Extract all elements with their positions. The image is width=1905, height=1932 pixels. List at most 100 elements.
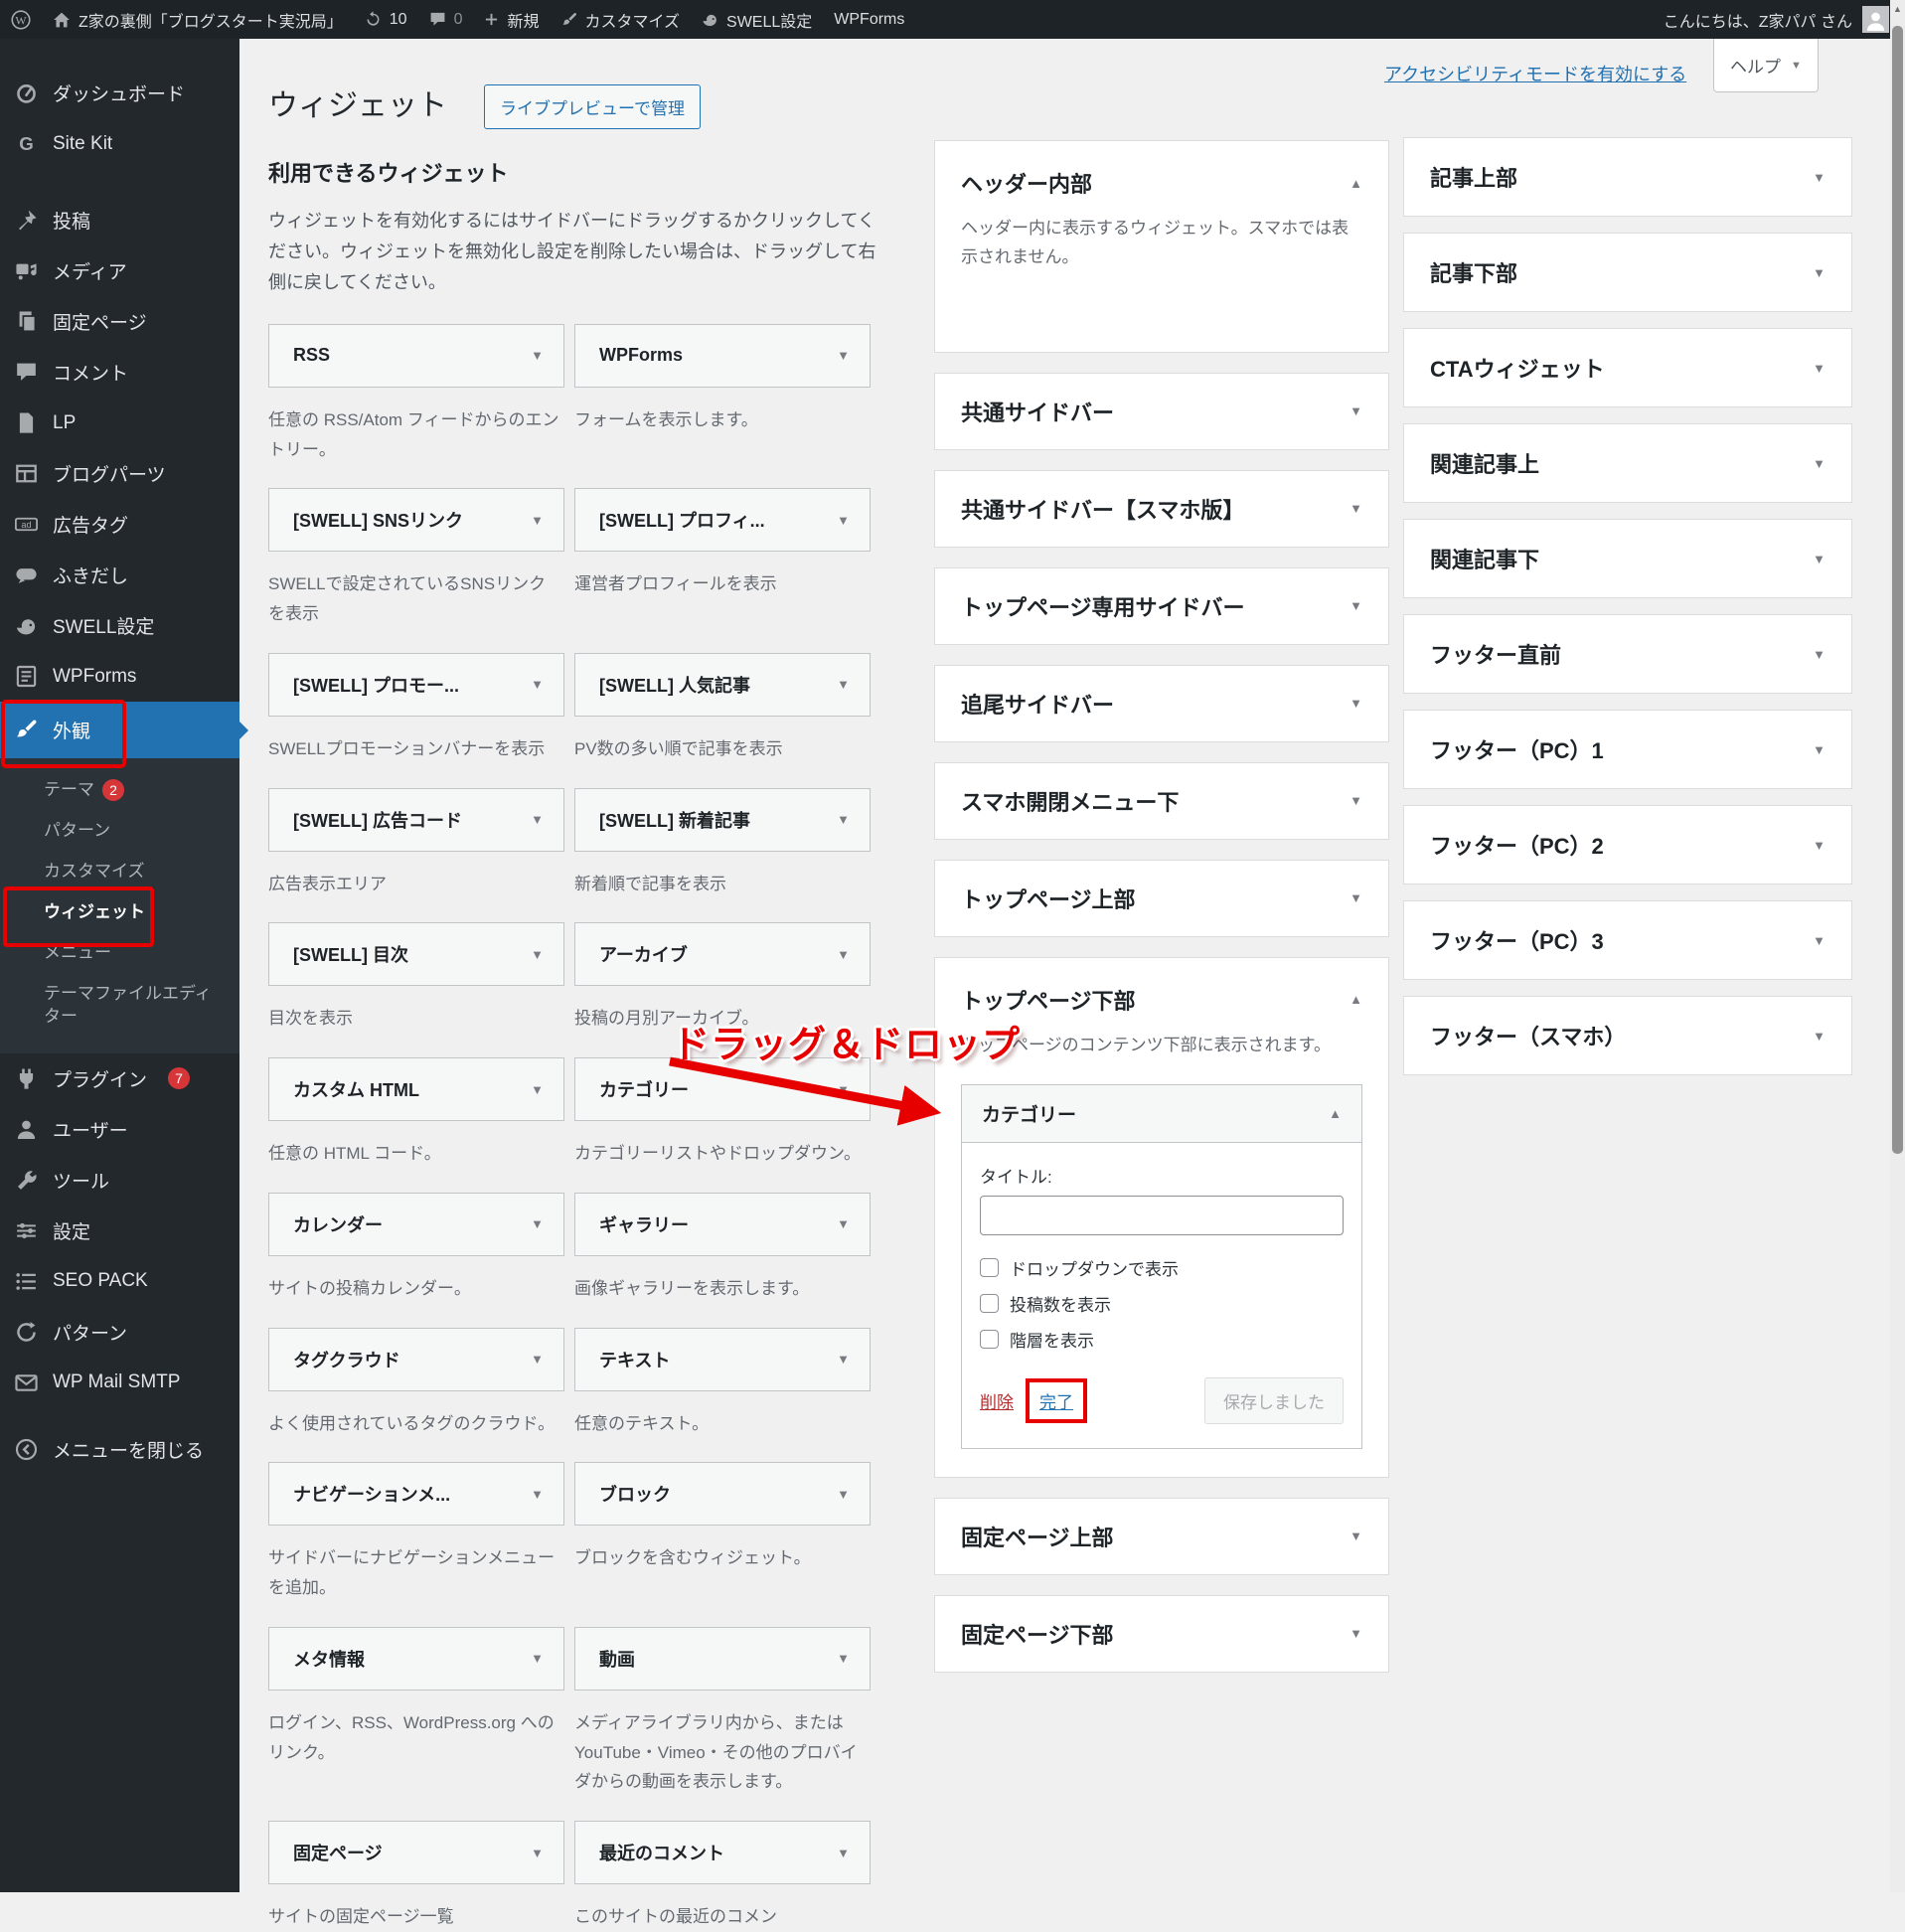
chevron-down-icon[interactable]: [531, 1217, 544, 1230]
widget-area-panel[interactable]: 固定ページ下部: [934, 1594, 1389, 1673]
chevron-down-icon[interactable]: [837, 948, 850, 961]
chevron-down-icon[interactable]: [837, 1353, 850, 1366]
chevron-down-icon[interactable]: [837, 1488, 850, 1501]
widget-area-panel[interactable]: 記事上部: [1403, 137, 1852, 217]
chevron-up-icon[interactable]: [1349, 177, 1362, 190]
chevron-down-icon[interactable]: [531, 349, 544, 362]
chevron-down-icon[interactable]: [1813, 457, 1826, 470]
customize-menu[interactable]: カスタマイズ: [551, 0, 692, 39]
widget-card[interactable]: メタ情報: [268, 1626, 564, 1690]
chevron-down-icon[interactable]: [1813, 934, 1826, 947]
submenu-item-patterns[interactable]: パターン: [0, 811, 239, 852]
chevron-down-icon[interactable]: [1813, 648, 1826, 661]
checkbox-option[interactable]: ドロップダウンで表示: [980, 1255, 1344, 1280]
chevron-down-icon[interactable]: [837, 1083, 850, 1096]
manage-live-preview-button[interactable]: ライブプレビューで管理: [484, 84, 701, 129]
sidebar-item-settings[interactable]: 設定: [0, 1206, 239, 1256]
panel-toggle[interactable]: ヘッダー内部: [961, 167, 1362, 199]
widget-area-panel[interactable]: 共通サイドバー【スマホ版】: [934, 469, 1389, 548]
chevron-down-icon[interactable]: [1349, 697, 1362, 710]
widget-area-panel[interactable]: フッター（PC）2: [1403, 805, 1852, 885]
sidebar-item-tools[interactable]: ツール: [0, 1155, 239, 1206]
scrollbar-thumb[interactable]: [1892, 26, 1903, 1154]
widget-card[interactable]: RSS: [268, 323, 564, 388]
chevron-down-icon[interactable]: [837, 1652, 850, 1665]
widget-card[interactable]: [SWELL] 新着記事: [574, 787, 871, 852]
sidebar-item-media[interactable]: メディア: [0, 245, 239, 296]
widget-card[interactable]: タグクラウド: [268, 1327, 564, 1391]
sidebar-item-posts[interactable]: 投稿: [0, 195, 239, 245]
chevron-down-icon[interactable]: [1349, 794, 1362, 807]
submenu-item-themes[interactable]: テーマ 2: [0, 770, 239, 811]
chevron-down-icon[interactable]: [837, 813, 850, 826]
chevron-up-icon[interactable]: [1329, 1107, 1342, 1120]
sidebar-item-dashboard[interactable]: ダッシュボード: [0, 68, 239, 118]
site-name-menu[interactable]: Z家の裏側「ブログスタート実況局」: [42, 0, 354, 39]
chevron-down-icon[interactable]: [1813, 171, 1826, 184]
sidebar-item-site-kit[interactable]: Site Kit: [0, 118, 239, 169]
widget-area-panel[interactable]: フッター（PC）1: [1403, 710, 1852, 789]
sidebar-item-wp-mail-smtp[interactable]: WP Mail SMTP: [0, 1358, 239, 1408]
widget-card[interactable]: カテゴリー: [574, 1057, 871, 1122]
chevron-down-icon[interactable]: [1813, 1030, 1826, 1043]
widget-area-panel[interactable]: トップページ専用サイドバー: [934, 566, 1389, 645]
sidebar-item-blog-parts[interactable]: ブログパーツ: [0, 448, 239, 499]
chevron-down-icon[interactable]: [531, 514, 544, 527]
submenu-item-customize[interactable]: カスタマイズ: [0, 852, 239, 892]
sidebar-item-collapse-menu[interactable]: メニューを閉じる: [0, 1424, 239, 1475]
chevron-down-icon[interactable]: [531, 813, 544, 826]
widget-area-panel[interactable]: 固定ページ上部: [934, 1497, 1389, 1575]
widget-area-panel[interactable]: 共通サイドバー: [934, 372, 1389, 450]
widget-area-panel[interactable]: CTAウィジェット: [1403, 328, 1852, 407]
scroll-up-icon[interactable]: ▲: [1893, 4, 1902, 14]
sidebar-item-comments[interactable]: コメント: [0, 347, 239, 398]
widget-card[interactable]: ブロック: [574, 1462, 871, 1527]
widget-card[interactable]: アーカイブ: [574, 922, 871, 987]
sidebar-item-swell-settings[interactable]: SWELL設定: [0, 600, 239, 651]
chevron-down-icon[interactable]: [531, 1353, 544, 1366]
submenu-item-menus[interactable]: メニュー: [0, 933, 239, 974]
wordpress-logo-menu[interactable]: [0, 0, 42, 39]
widget-card[interactable]: テキスト: [574, 1327, 871, 1391]
chevron-down-icon[interactable]: [837, 678, 850, 691]
chevron-up-icon[interactable]: [1349, 993, 1362, 1006]
widget-card[interactable]: [SWELL] 目次: [268, 922, 564, 987]
widget-card[interactable]: WPForms: [574, 323, 871, 388]
widget-area-panel[interactable]: トップページ上部: [934, 859, 1389, 937]
sidebar-item-plugins[interactable]: プラグイン 7: [0, 1053, 239, 1104]
chevron-down-icon[interactable]: [531, 1652, 544, 1665]
chevron-down-icon[interactable]: [1813, 553, 1826, 565]
widget-card[interactable]: カレンダー: [268, 1192, 564, 1256]
widget-card[interactable]: [SWELL] SNSリンク: [268, 488, 564, 553]
submenu-item-theme-file-editor[interactable]: テーマファイルエディター: [0, 974, 239, 1038]
sidebar-item-pages[interactable]: 固定ページ: [0, 296, 239, 347]
chevron-down-icon[interactable]: [1349, 1627, 1362, 1640]
widget-area-panel[interactable]: スマホ開閉メニュー下: [934, 761, 1389, 840]
widget-card[interactable]: ナビゲーションメ...: [268, 1462, 564, 1527]
widget-card[interactable]: 最近のコメント: [574, 1821, 871, 1885]
accessibility-mode-link[interactable]: アクセシビリティモードを有効にする: [1384, 61, 1686, 86]
widget-area-panel[interactable]: 記事下部: [1403, 233, 1852, 312]
chevron-down-icon[interactable]: [531, 1847, 544, 1859]
saved-button[interactable]: 保存しました: [1204, 1376, 1344, 1424]
chevron-down-icon[interactable]: [1349, 599, 1362, 612]
widget-card[interactable]: [SWELL] 広告コード: [268, 787, 564, 852]
chevron-down-icon[interactable]: [531, 678, 544, 691]
checkbox-option[interactable]: 階層を表示: [980, 1327, 1344, 1352]
sidebar-item-fukidashi[interactable]: ふきだし: [0, 550, 239, 600]
sidebar-item-users[interactable]: ユーザー: [0, 1104, 239, 1155]
widget-card[interactable]: 動画: [574, 1626, 871, 1690]
widget-card[interactable]: [SWELL] プロモー...: [268, 652, 564, 717]
panel-toggle[interactable]: トップページ下部: [961, 984, 1362, 1016]
sidebar-item-appearance[interactable]: 外観: [0, 700, 248, 768]
chevron-down-icon[interactable]: [1813, 362, 1826, 375]
widget-area-panel[interactable]: フッター（PC）3: [1403, 900, 1852, 980]
widget-area-panel[interactable]: 追尾サイドバー: [934, 664, 1389, 742]
comments-menu[interactable]: 0: [418, 0, 474, 39]
chevron-down-icon[interactable]: [1813, 266, 1826, 279]
done-link[interactable]: 完了: [1039, 1393, 1073, 1412]
my-account-menu[interactable]: こんにちは、Z家パパ さん: [1664, 6, 1905, 33]
sidebar-item-lp[interactable]: LP: [0, 398, 239, 448]
chevron-down-icon[interactable]: [837, 514, 850, 527]
widget-area-panel[interactable]: フッター直前: [1403, 614, 1852, 694]
